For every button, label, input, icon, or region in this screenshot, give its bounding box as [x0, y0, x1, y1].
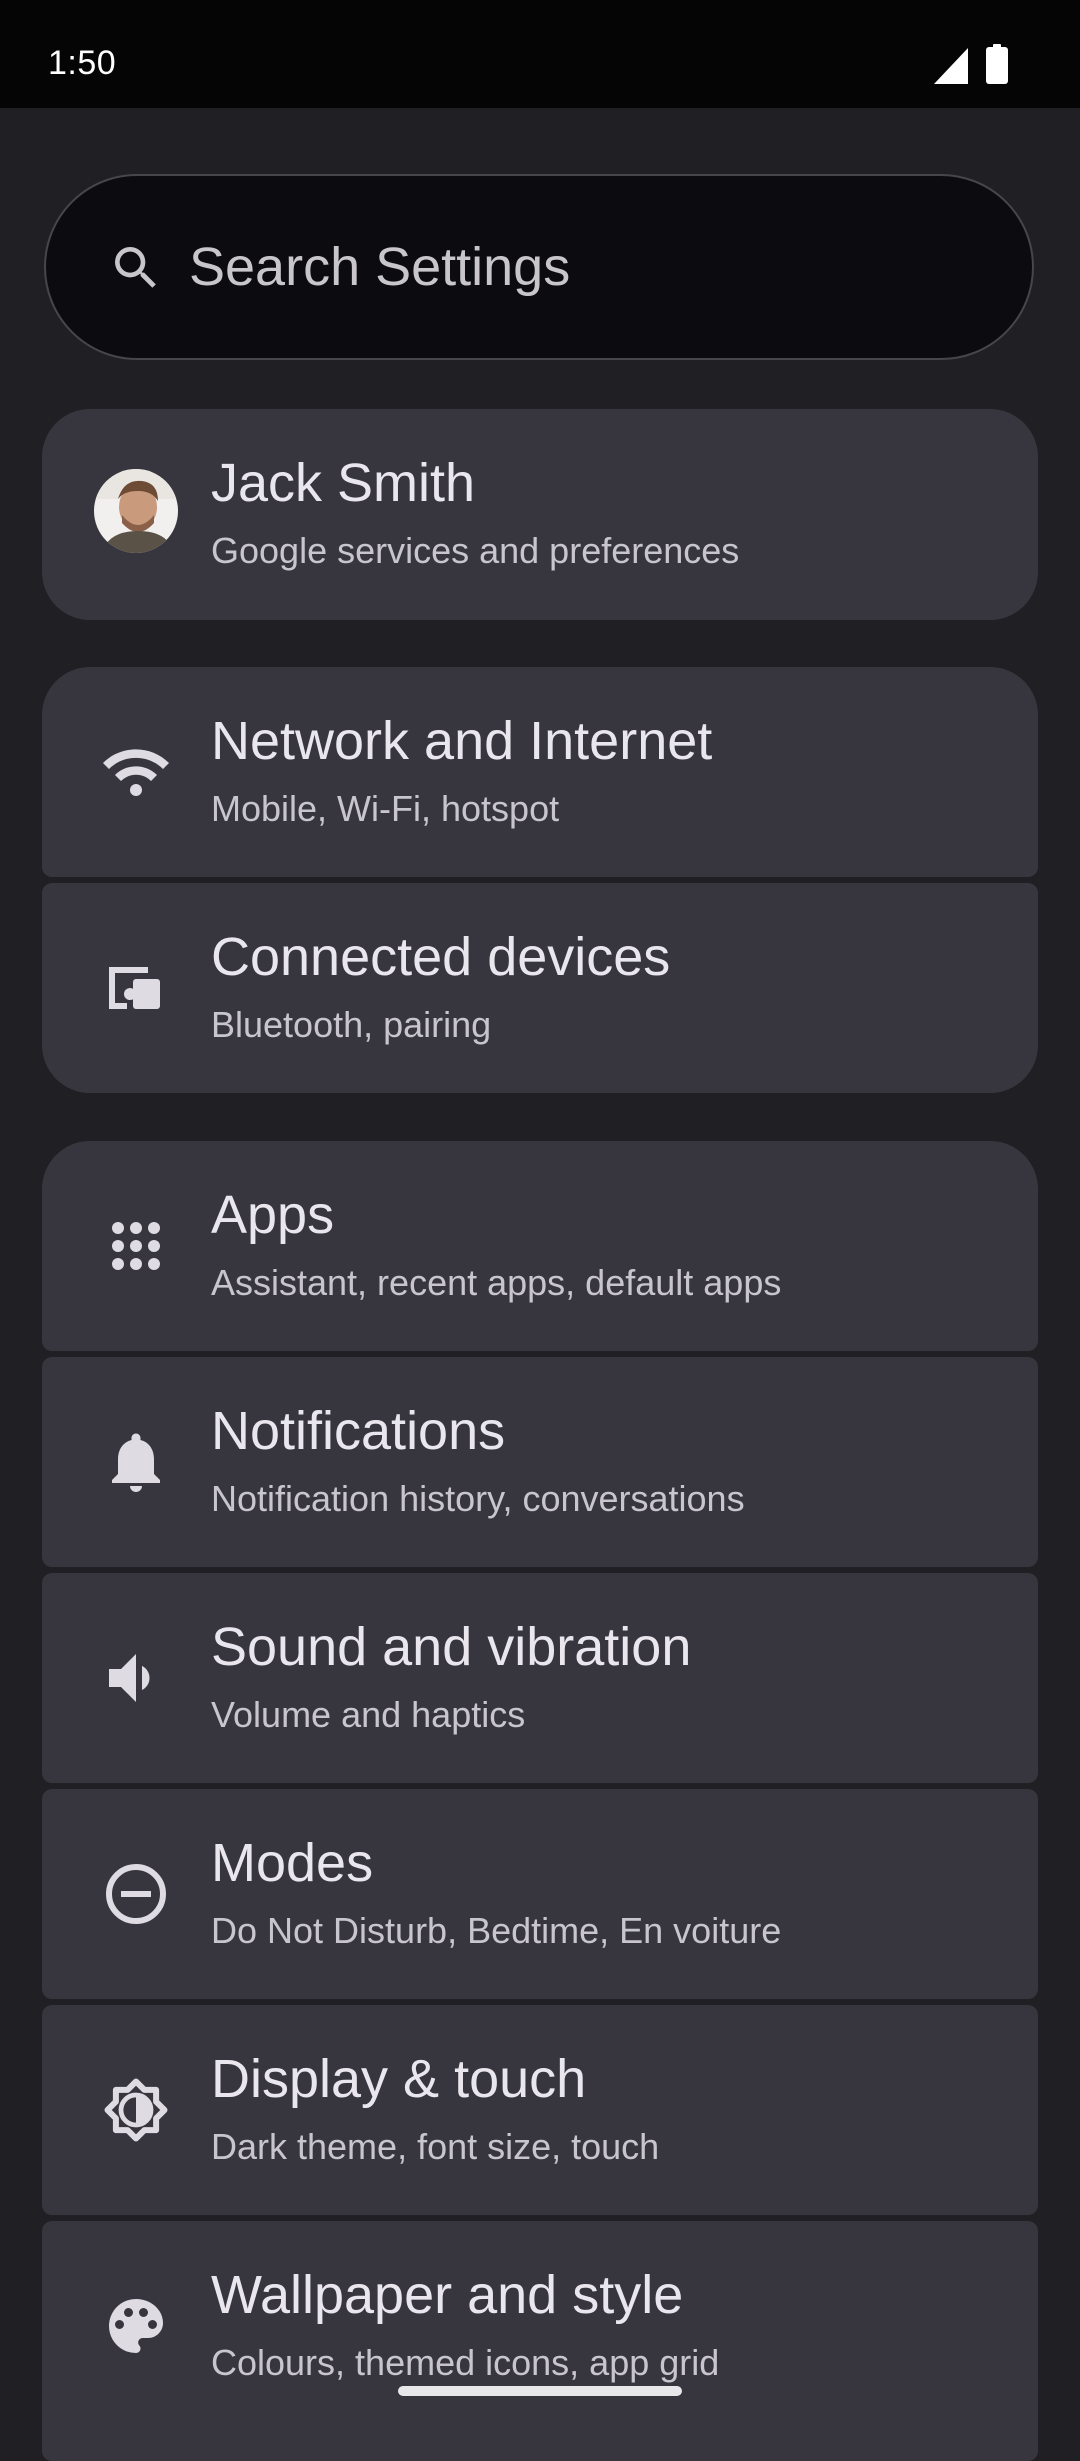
settings-item-wallpaper[interactable]	[42, 2221, 1038, 2461]
settings-item-notifications[interactable]	[42, 1357, 1038, 1567]
apps-title: Apps	[211, 1185, 335, 1245]
gesture-nav-handle[interactable]	[398, 2386, 682, 2396]
network-subtitle: Mobile, Wi-Fi, hotspot	[211, 788, 560, 829]
wallpaper-title: Wallpaper and style	[211, 2265, 684, 2325]
avatar	[94, 469, 178, 553]
account-card[interactable]	[42, 409, 1038, 620]
sound-title: Sound and vibration	[211, 1617, 692, 1677]
wallpaper-subtitle: Colours, themed icons, app grid	[211, 2342, 720, 2383]
do-not-disturb-icon	[106, 1864, 166, 1924]
account-name: Jack Smith	[211, 453, 476, 513]
apps-subtitle: Assistant, recent apps, default apps	[211, 1262, 782, 1303]
bell-icon	[112, 1433, 160, 1492]
connected-devices-subtitle: Bluetooth, pairing	[211, 1004, 492, 1045]
settings-item-network[interactable]	[42, 667, 1038, 877]
sound-subtitle: Volume and haptics	[211, 1694, 526, 1735]
notifications-title: Notifications	[211, 1401, 506, 1461]
display-subtitle: Dark theme, font size, touch	[211, 2126, 660, 2167]
connected-devices-icon	[109, 967, 160, 1009]
palette-icon	[109, 2299, 163, 2353]
apps-grid-icon	[112, 1222, 160, 1270]
status-time: 1:50	[48, 44, 117, 82]
modes-title: Modes	[211, 1833, 374, 1893]
network-title: Network and Internet	[211, 711, 713, 771]
brightness-icon	[104, 2078, 168, 2142]
modes-subtitle: Do Not Disturb, Bedtime, En voiture	[211, 1910, 782, 1951]
wifi-icon	[103, 749, 169, 796]
connected-devices-title: Connected devices	[211, 927, 671, 987]
account-subtitle: Google services and preferences	[211, 530, 740, 571]
status-bar: 1:50	[0, 0, 1080, 108]
settings-item-apps[interactable]	[42, 1141, 1038, 1351]
settings-item-connected-devices[interactable]	[42, 883, 1038, 1093]
battery-icon	[986, 44, 1008, 84]
cell-signal-icon	[934, 48, 968, 84]
settings-item-display[interactable]	[42, 2005, 1038, 2215]
settings-item-sound[interactable]	[42, 1573, 1038, 1783]
notifications-subtitle: Notification history, conversations	[211, 1478, 745, 1519]
display-title: Display & touch	[211, 2049, 587, 2109]
settings-item-modes[interactable]	[42, 1789, 1038, 1999]
search-icon	[115, 247, 156, 288]
search-placeholder: Search Settings	[189, 237, 571, 297]
speaker-icon	[109, 1654, 150, 1702]
